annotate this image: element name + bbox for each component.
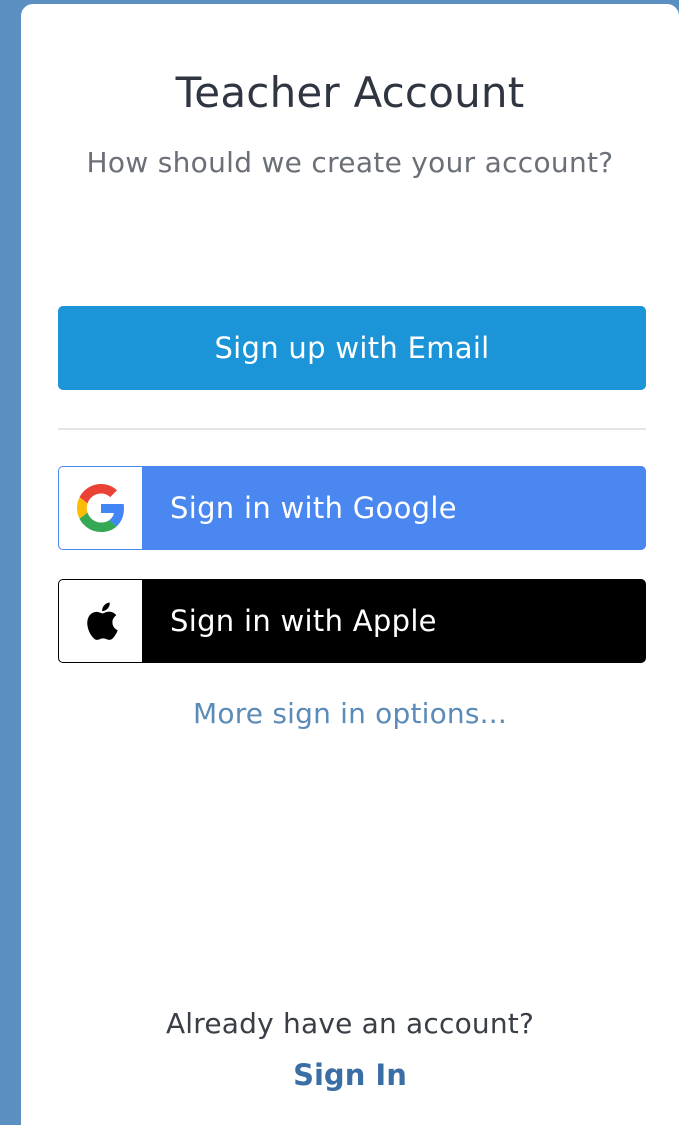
divider bbox=[58, 428, 646, 430]
page-title: Teacher Account bbox=[175, 68, 525, 117]
more-signin-options-link[interactable]: More sign in options... bbox=[21, 697, 679, 730]
signin-google-button[interactable]: Sign in with Google bbox=[58, 466, 646, 550]
apple-icon-box bbox=[59, 580, 142, 662]
account-card: Teacher Account How should we create you… bbox=[21, 4, 679, 1125]
signin-apple-label: Sign in with Apple bbox=[170, 604, 437, 638]
google-logo-icon bbox=[76, 484, 124, 532]
signin-apple-button[interactable]: Sign in with Apple bbox=[58, 579, 646, 663]
signup-email-button[interactable]: Sign up with Email bbox=[58, 306, 646, 390]
signin-link[interactable]: Sign In bbox=[21, 1058, 679, 1092]
existing-account-prompt: Already have an account? bbox=[165, 1007, 535, 1040]
signup-email-label: Sign up with Email bbox=[214, 331, 490, 365]
signin-google-label: Sign in with Google bbox=[170, 491, 457, 525]
page-subtitle: How should we create your account? bbox=[86, 146, 614, 179]
google-icon-box bbox=[59, 467, 142, 549]
apple-logo-icon bbox=[86, 602, 118, 640]
